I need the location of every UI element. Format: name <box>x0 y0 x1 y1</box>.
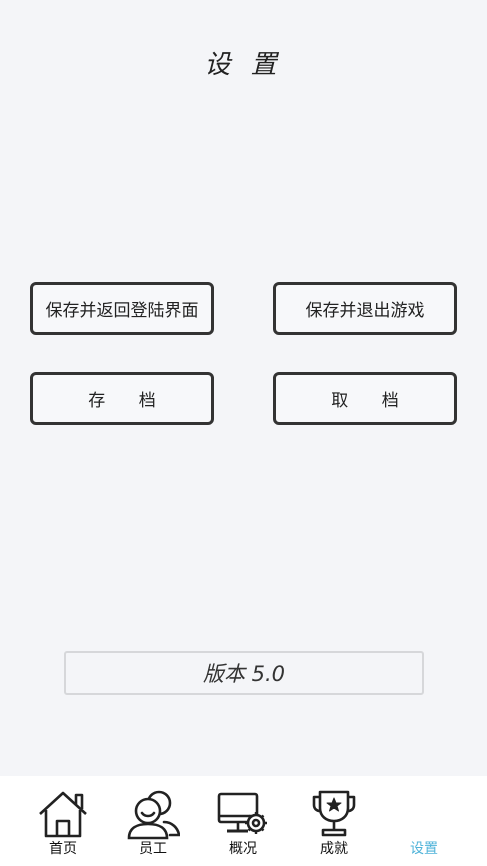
page-title: 设 置 <box>204 50 283 80</box>
bottom-tab-bar: 首页 员工 概况 成就 设置 <box>0 776 487 866</box>
tab-home[interactable]: 首页 <box>18 776 108 866</box>
people-icon <box>127 790 180 840</box>
save-and-return-login-button[interactable]: 保存并返回登陆界面 <box>30 282 214 335</box>
save-button[interactable]: 存 档 <box>30 372 214 425</box>
tab-overview-label: 概况 <box>229 841 257 857</box>
tab-staff[interactable]: 员工 <box>108 776 198 866</box>
tab-overview[interactable]: 概况 <box>198 776 288 866</box>
settings-page: 设 置 保存并返回登陆界面 保存并退出游戏 存 档 取 档 版本 5.0 首页 … <box>0 0 487 866</box>
monitor-gear-icon <box>217 792 267 834</box>
tab-achievements[interactable]: 成就 <box>289 776 379 866</box>
load-button[interactable]: 取 档 <box>273 372 457 425</box>
version-label: 版本 5.0 <box>64 651 424 695</box>
tab-settings[interactable]: 设置 <box>379 776 469 866</box>
tab-achievements-label: 成就 <box>320 841 348 857</box>
house-icon <box>39 791 87 838</box>
tab-home-label: 首页 <box>49 841 77 857</box>
trophy-icon <box>312 790 356 837</box>
save-and-exit-game-button[interactable]: 保存并退出游戏 <box>273 282 457 335</box>
tab-settings-label: 设置 <box>410 841 438 857</box>
tab-staff-label: 员工 <box>139 841 167 857</box>
